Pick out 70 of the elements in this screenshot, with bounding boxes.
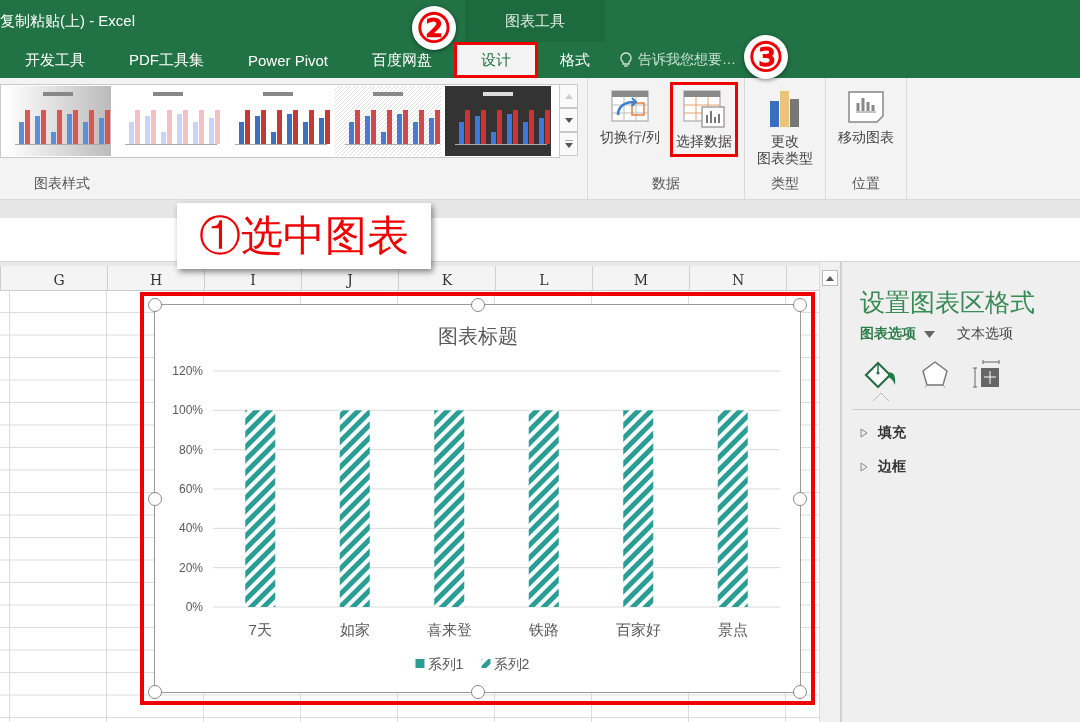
up-arrow-icon <box>826 275 834 281</box>
axis-category-label: 7天 <box>248 621 272 638</box>
pentagon-icon <box>920 359 950 389</box>
ribbon-tab[interactable]: Power Pivot <box>226 42 351 78</box>
axis-tick-label: 40% <box>178 521 203 536</box>
axis-category-label: 喜来登 <box>426 621 472 638</box>
chart[interactable]: 图表标题 0% 20% 40% 60% 80% 100% 120% 7天 如家 喜来登 铁路 百家好 景点 系列1 系列2 <box>155 305 800 692</box>
ribbon-button[interactable]: 切换行/列 <box>594 82 666 157</box>
legend-label: 系列2 <box>493 656 530 672</box>
column-header[interactable]: K <box>441 272 453 288</box>
scroll-up-button[interactable] <box>822 270 838 286</box>
column-header[interactable]: G <box>53 272 65 288</box>
axis-tick-label: 100% <box>172 403 203 418</box>
column-header[interactable]: L <box>539 272 549 288</box>
lightbulb-icon <box>620 52 633 68</box>
scroll-down-button[interactable] <box>560 108 578 132</box>
column-header[interactable]: N <box>731 272 745 288</box>
column-header[interactable]: I <box>250 272 256 288</box>
select-data-icon <box>681 89 726 129</box>
axis-tick-label: 0% <box>185 600 203 614</box>
ribbon-tab[interactable]: PDF工具集 <box>107 42 226 78</box>
section-toggle[interactable]: 边框 <box>860 458 1080 476</box>
move-chart-icon <box>845 89 886 125</box>
selection-caret-icon <box>873 393 889 401</box>
tell-me-field[interactable]: 告诉我您想要… <box>638 51 737 69</box>
group-label: 位置 <box>851 175 880 193</box>
panel-tab[interactable]: 文本选项 <box>957 323 1013 345</box>
legend-swatch <box>481 659 491 668</box>
axis-category-label: 铁路 <box>528 621 559 638</box>
collapsed-triangle-icon <box>860 428 868 438</box>
switch-row-column-icon <box>609 89 650 125</box>
axis-tick-label: 120% <box>172 364 203 378</box>
callout-label: ①选中图表 <box>177 203 431 269</box>
collapsed-triangle-icon <box>860 462 868 472</box>
ribbon-tab[interactable]: 设计 <box>454 42 539 78</box>
column-header[interactable]: M <box>633 272 649 288</box>
legend-swatch <box>415 659 425 668</box>
chart-style-thumbnail[interactable] <box>445 86 551 156</box>
panel-tab[interactable]: 图表选项 <box>860 323 935 345</box>
paint-bucket-icon <box>864 359 898 389</box>
axis-tick-label: 20% <box>178 560 203 575</box>
axis-category-label: 百家好 <box>615 621 661 638</box>
more-styles-button[interactable] <box>560 132 578 156</box>
column-header[interactable]: J <box>347 272 353 288</box>
dropdown-icon <box>924 330 935 338</box>
down-arrow-icon <box>564 117 573 123</box>
axis-category-label: 景点 <box>717 621 748 638</box>
group-label: 数据 <box>651 175 680 193</box>
vertical-scrollbar[interactable] <box>819 262 840 722</box>
section-toggle[interactable]: 填充 <box>860 424 1080 442</box>
axis-tick-label: 60% <box>178 482 203 496</box>
group-label: 图表样式 <box>34 175 90 193</box>
context-tab-label: 图表工具 <box>505 11 565 31</box>
ribbon-button[interactable]: 更改 图表类型 <box>750 82 819 174</box>
group-label: 类型 <box>770 175 799 193</box>
window-title: 复制粘贴(上) - Excel <box>0 11 135 31</box>
ribbon-tab[interactable]: 开发工具 <box>3 42 107 78</box>
column-header[interactable]: H <box>149 272 163 288</box>
ribbon-button[interactable]: 移动图表 <box>831 82 900 153</box>
up-arrow-icon <box>564 93 573 99</box>
axis-category-label: 如家 <box>339 621 370 638</box>
panel-title: 设置图表区格式 <box>860 287 1036 318</box>
axis-tick-label: 80% <box>178 442 203 457</box>
more-icon <box>564 140 573 148</box>
legend-label: 系列1 <box>427 656 464 672</box>
chart-title: 图表标题 <box>437 325 518 347</box>
size-properties-icon <box>972 359 1002 389</box>
chart-style-thumbnail[interactable] <box>335 86 441 156</box>
ribbon-button[interactable]: 选择数据 <box>669 82 738 157</box>
ribbon-tab[interactable]: 格式 <box>538 42 613 78</box>
